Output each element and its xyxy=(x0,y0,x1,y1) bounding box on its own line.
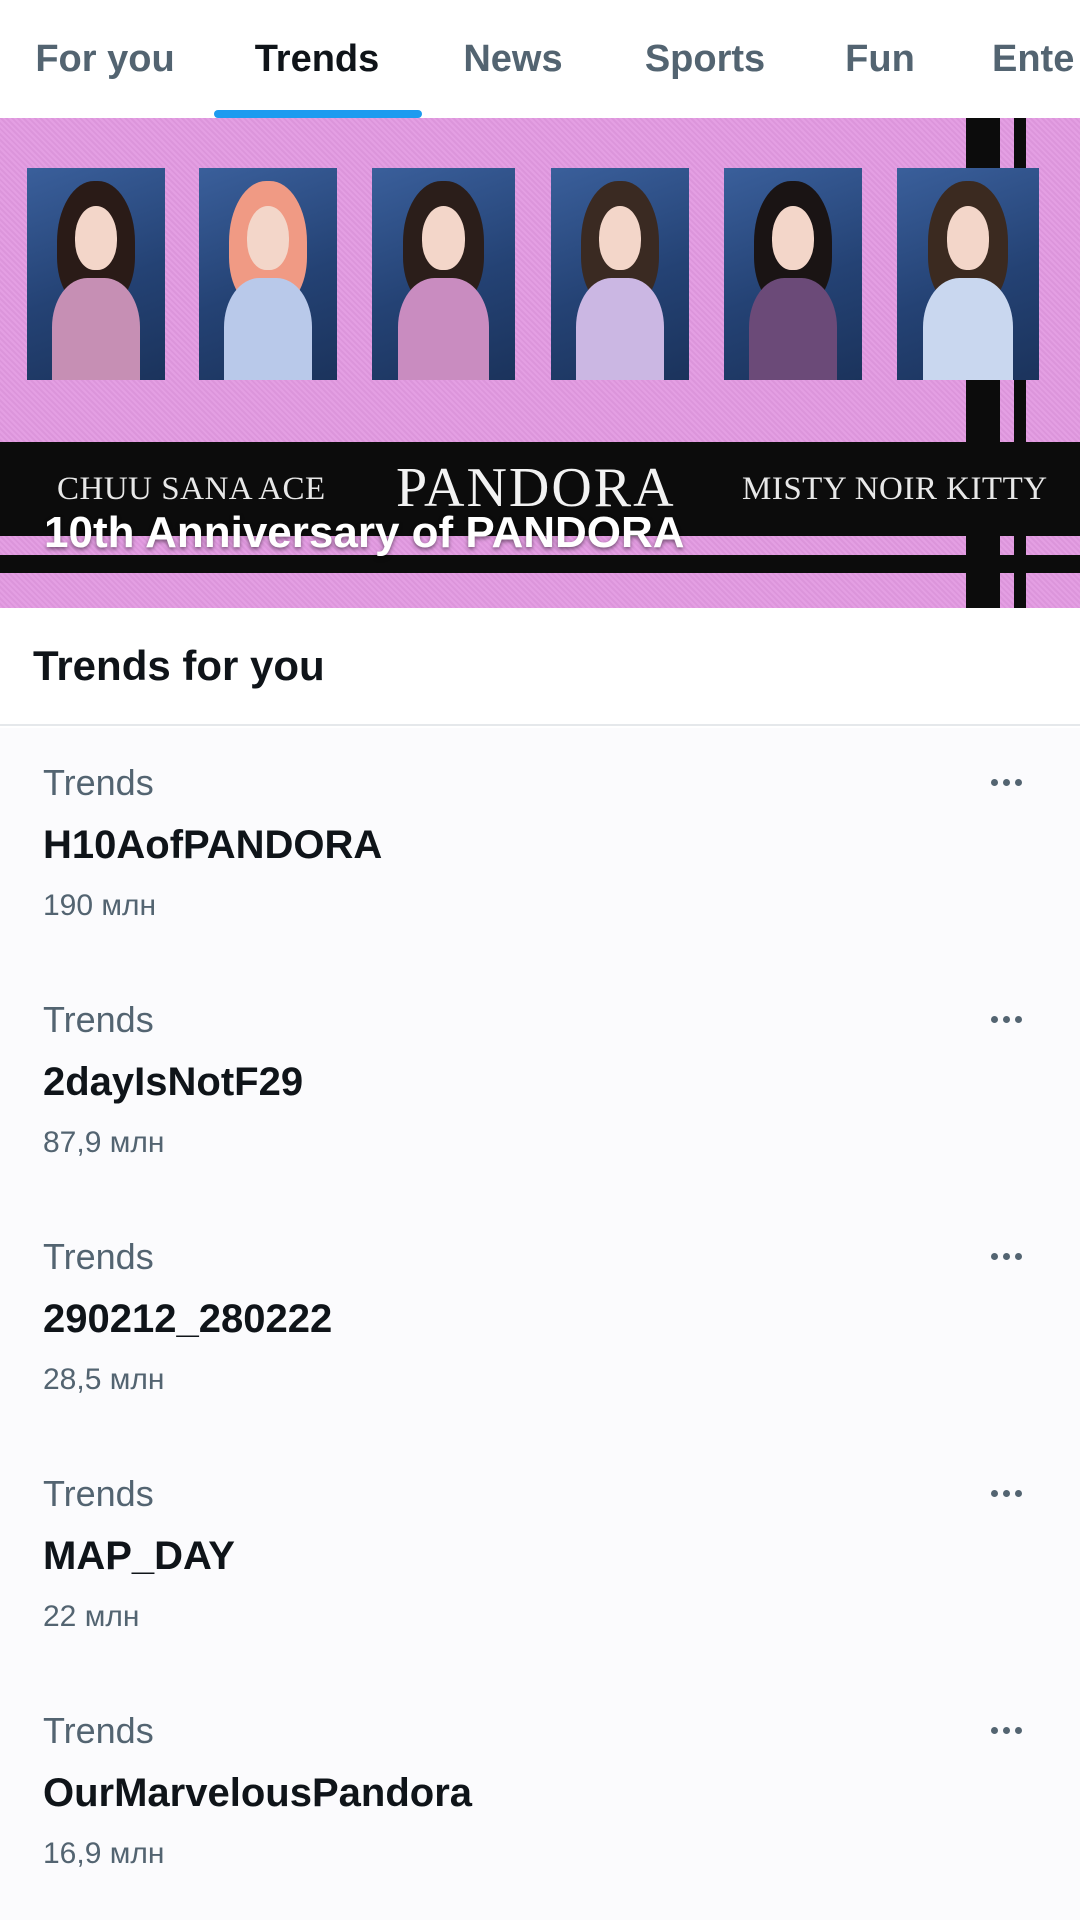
tab-news[interactable]: News xyxy=(456,0,570,118)
trend-post-count: 190 млн xyxy=(43,889,157,922)
member-photo xyxy=(199,168,337,380)
trend-name: 290212_280222 xyxy=(43,1297,333,1341)
trend-context: Trends xyxy=(43,1236,154,1277)
more-options-icon[interactable] xyxy=(978,754,1034,810)
tab-sports[interactable]: Sports xyxy=(640,0,770,118)
trend-name: H10AofPANDORA xyxy=(43,823,383,867)
member-photo xyxy=(372,168,515,380)
section-title: Trends for you xyxy=(33,642,325,689)
trend-context: Trends xyxy=(43,1710,154,1751)
more-options-icon[interactable] xyxy=(978,1228,1034,1284)
trend-name: 2dayIsNotF29 xyxy=(43,1060,304,1104)
trend-list: Trends H10AofPANDORA 190 млн Trends 2day… xyxy=(0,728,1080,1920)
banner-member-names-left: CHUU SANA ACE xyxy=(57,471,326,507)
tab-entertainment[interactable]: Ente xyxy=(992,0,1080,118)
member-photo xyxy=(897,168,1039,380)
trend-post-count: 22 млн xyxy=(43,1600,140,1633)
trend-item[interactable]: Trends H10AofPANDORA 190 млн xyxy=(0,728,1080,965)
trend-post-count: 28,5 млн xyxy=(43,1363,165,1396)
active-tab-indicator xyxy=(214,110,422,118)
trend-item[interactable]: Trends 2dayIsNotF29 87,9 млн xyxy=(0,965,1080,1202)
trend-post-count: 16,9 млн xyxy=(43,1837,165,1870)
member-photo xyxy=(724,168,862,380)
trend-context: Trends xyxy=(43,762,154,803)
trend-post-count: 87,9 млн xyxy=(43,1126,165,1159)
tab-fun[interactable]: Fun xyxy=(840,0,920,118)
banner-caption: 10th Anniversary of PANDORA xyxy=(44,508,685,557)
trend-context: Trends xyxy=(43,999,154,1040)
more-options-icon[interactable] xyxy=(978,1465,1034,1521)
tab-trends[interactable]: Trends xyxy=(212,0,422,118)
trends-section-header: Trends for you xyxy=(0,608,1080,726)
tab-bar: For you Trends News Sports Fun Ente xyxy=(0,0,1080,118)
trend-name: MAP_DAY xyxy=(43,1534,235,1578)
trend-name: OurMarvelousPandora xyxy=(43,1771,473,1815)
more-options-icon[interactable] xyxy=(978,1702,1034,1758)
tab-for-you[interactable]: For you xyxy=(30,0,180,118)
member-photo xyxy=(551,168,689,380)
trend-item[interactable]: Trends 290212_280222 28,5 млн xyxy=(0,1202,1080,1439)
featured-event-banner[interactable]: CHUU SANA ACE PANDORA MISTY NOIR KITTY 1… xyxy=(0,118,1080,608)
trend-item[interactable]: Trends MAP_DAY 22 млн xyxy=(0,1439,1080,1676)
trend-item[interactable]: Trends OurMarvelousPandora 16,9 млн xyxy=(0,1676,1080,1913)
member-photo xyxy=(27,168,165,380)
more-options-icon[interactable] xyxy=(978,991,1034,1047)
trend-context: Trends xyxy=(43,1473,154,1514)
banner-member-names-right: MISTY NOIR KITTY xyxy=(742,471,1048,507)
